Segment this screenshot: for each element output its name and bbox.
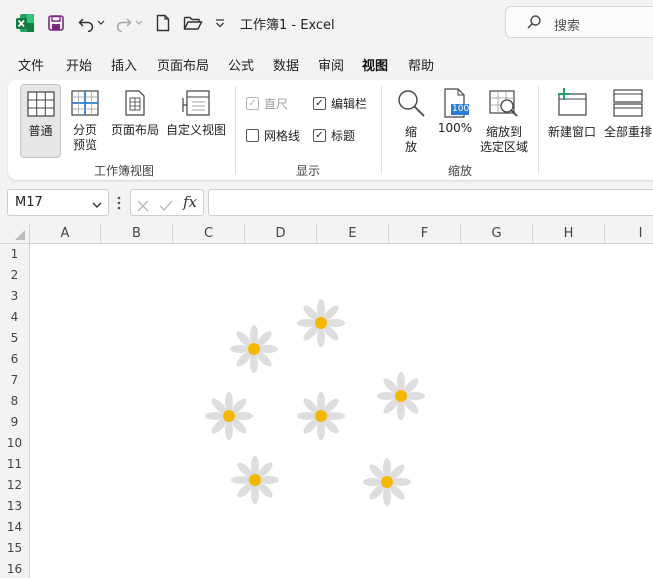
tab-page-layout[interactable]: 页面布局 [157, 55, 209, 74]
headings-label: 标题 [331, 129, 356, 143]
ribbon-tabs: 文件 开始 插入 页面布局 公式 数据 审阅 视图 帮助 [0, 46, 653, 80]
headings-checkbox[interactable]: ✓ 标题 [313, 127, 355, 144]
tab-home[interactable]: 开始 [66, 55, 92, 74]
tab-insert[interactable]: 插入 [111, 55, 137, 74]
arrange-all-button[interactable]: 全部重排 [602, 88, 653, 140]
enter-check-icon[interactable] [159, 197, 173, 216]
worksheet-grid[interactable]: A B C D E F G H I 1 2 3 4 5 6 7 8 9 10 1… [0, 224, 653, 578]
insert-function-icon[interactable]: fx [183, 193, 197, 211]
zoom-to-selection-label-1: 缩放到 [485, 125, 522, 139]
zoom-label-1: 缩 [404, 125, 417, 139]
arrange-all-icon [602, 88, 653, 122]
search-placeholder: 搜索 [554, 19, 581, 34]
custom-views-icon [165, 90, 227, 120]
new-window-icon [546, 88, 598, 122]
flower-shape[interactable] [230, 325, 278, 373]
gridlines-label: 网格线 [264, 129, 301, 143]
ribbon-panel: 普通 分页 预览 页面布局 自定义视图 工作簿视图 ✓ 直尺 ✓ 编辑栏 网格线… [8, 80, 653, 180]
search-icon [526, 14, 542, 34]
formula-tools: fx [130, 189, 204, 216]
tab-formulas[interactable]: 公式 [228, 55, 254, 74]
normal-view-button[interactable]: 普通 [20, 84, 61, 158]
tab-view[interactable]: 视图 [362, 55, 389, 80]
zoom-button[interactable]: 缩 放 [393, 88, 429, 155]
normal-view-icon [21, 91, 60, 121]
ruler-label: 直尺 [264, 97, 289, 111]
name-box[interactable]: M17 [7, 189, 109, 216]
zoom-to-selection-label-2: 选定区域 [479, 140, 528, 154]
new-window-button[interactable]: 新建窗口 [546, 88, 598, 140]
gridlines-checkbox[interactable]: 网格线 [246, 127, 300, 144]
customize-qat-icon[interactable] [212, 11, 228, 35]
page-break-preview-icon [68, 90, 102, 120]
excel-logo-icon [14, 11, 36, 35]
undo-icon[interactable] [76, 11, 106, 35]
window-title: 工作簿1 - Excel [240, 18, 335, 33]
zoom-100-icon: 100 [441, 88, 469, 118]
redo-icon [114, 11, 144, 35]
zoom-100-label: 100% [437, 121, 473, 135]
tab-review[interactable]: 审阅 [318, 55, 344, 74]
new-window-label: 新建窗口 [547, 125, 596, 139]
show-group-label: 显示 [296, 164, 321, 178]
zoom-group-label: 缩放 [448, 164, 473, 178]
chevron-down-icon[interactable] [92, 198, 102, 213]
open-folder-icon[interactable] [182, 11, 204, 35]
zoom-to-selection-icon [478, 88, 530, 122]
flower-shape[interactable] [377, 372, 425, 420]
tab-help[interactable]: 帮助 [408, 55, 434, 74]
flower-shape[interactable] [231, 456, 279, 504]
flower-shape[interactable] [363, 458, 411, 506]
page-layout-view-button[interactable]: 页面布局 [108, 90, 162, 138]
page-break-preview-button[interactable]: 分页 预览 [68, 90, 102, 153]
save-icon[interactable] [46, 11, 66, 35]
group-divider [538, 86, 539, 174]
arrange-all-label: 全部重排 [603, 125, 652, 139]
flower-shape[interactable] [297, 299, 345, 347]
zoom-to-selection-button[interactable]: 缩放到 选定区域 [478, 88, 530, 155]
tab-data[interactable]: 数据 [273, 55, 299, 74]
new-file-icon[interactable] [154, 11, 172, 35]
unchecked-box-icon [246, 129, 259, 142]
page-break-preview-label-2: 预览 [72, 138, 97, 152]
formula-bar-checkbox[interactable]: ✓ 编辑栏 [313, 95, 367, 112]
group-divider [381, 86, 382, 174]
formula-bar: M17 fx [0, 184, 653, 224]
zoom-100-icon-text: 100 [452, 104, 470, 114]
page-layout-label: 页面布局 [110, 123, 159, 137]
more-options-icon[interactable] [117, 195, 121, 214]
tab-file[interactable]: 文件 [18, 55, 44, 74]
workbook-views-group-label: 工作簿视图 [94, 164, 155, 178]
group-divider [235, 86, 236, 174]
check-icon: ✓ [313, 97, 326, 110]
ribbon-area: 普通 分页 预览 页面布局 自定义视图 工作簿视图 ✓ 直尺 ✓ 编辑栏 网格线… [0, 78, 653, 184]
flower-shape[interactable] [297, 392, 345, 440]
cancel-icon[interactable] [137, 197, 149, 216]
check-icon: ✓ [246, 97, 259, 110]
search-input[interactable]: 搜索 [505, 6, 653, 38]
zoom-label-2: 放 [404, 140, 417, 154]
page-break-preview-label-1: 分页 [72, 123, 97, 137]
normal-view-label: 普通 [28, 124, 53, 138]
check-icon: ✓ [313, 129, 326, 142]
formula-bar-label: 编辑栏 [331, 97, 368, 111]
title-bar: 工作簿1 - Excel 搜索 [0, 0, 653, 46]
formula-input[interactable] [208, 189, 653, 216]
flower-shapes-layer [205, 299, 425, 506]
name-box-value: M17 [15, 195, 43, 210]
magnifier-icon [393, 88, 429, 122]
flower-shape[interactable] [205, 392, 253, 440]
page-layout-icon [108, 90, 162, 120]
custom-views-label: 自定义视图 [165, 123, 226, 137]
zoom-100-button[interactable]: 100 100% [435, 88, 475, 136]
custom-views-button[interactable]: 自定义视图 [165, 90, 227, 138]
ruler-checkbox: ✓ 直尺 [246, 95, 288, 112]
